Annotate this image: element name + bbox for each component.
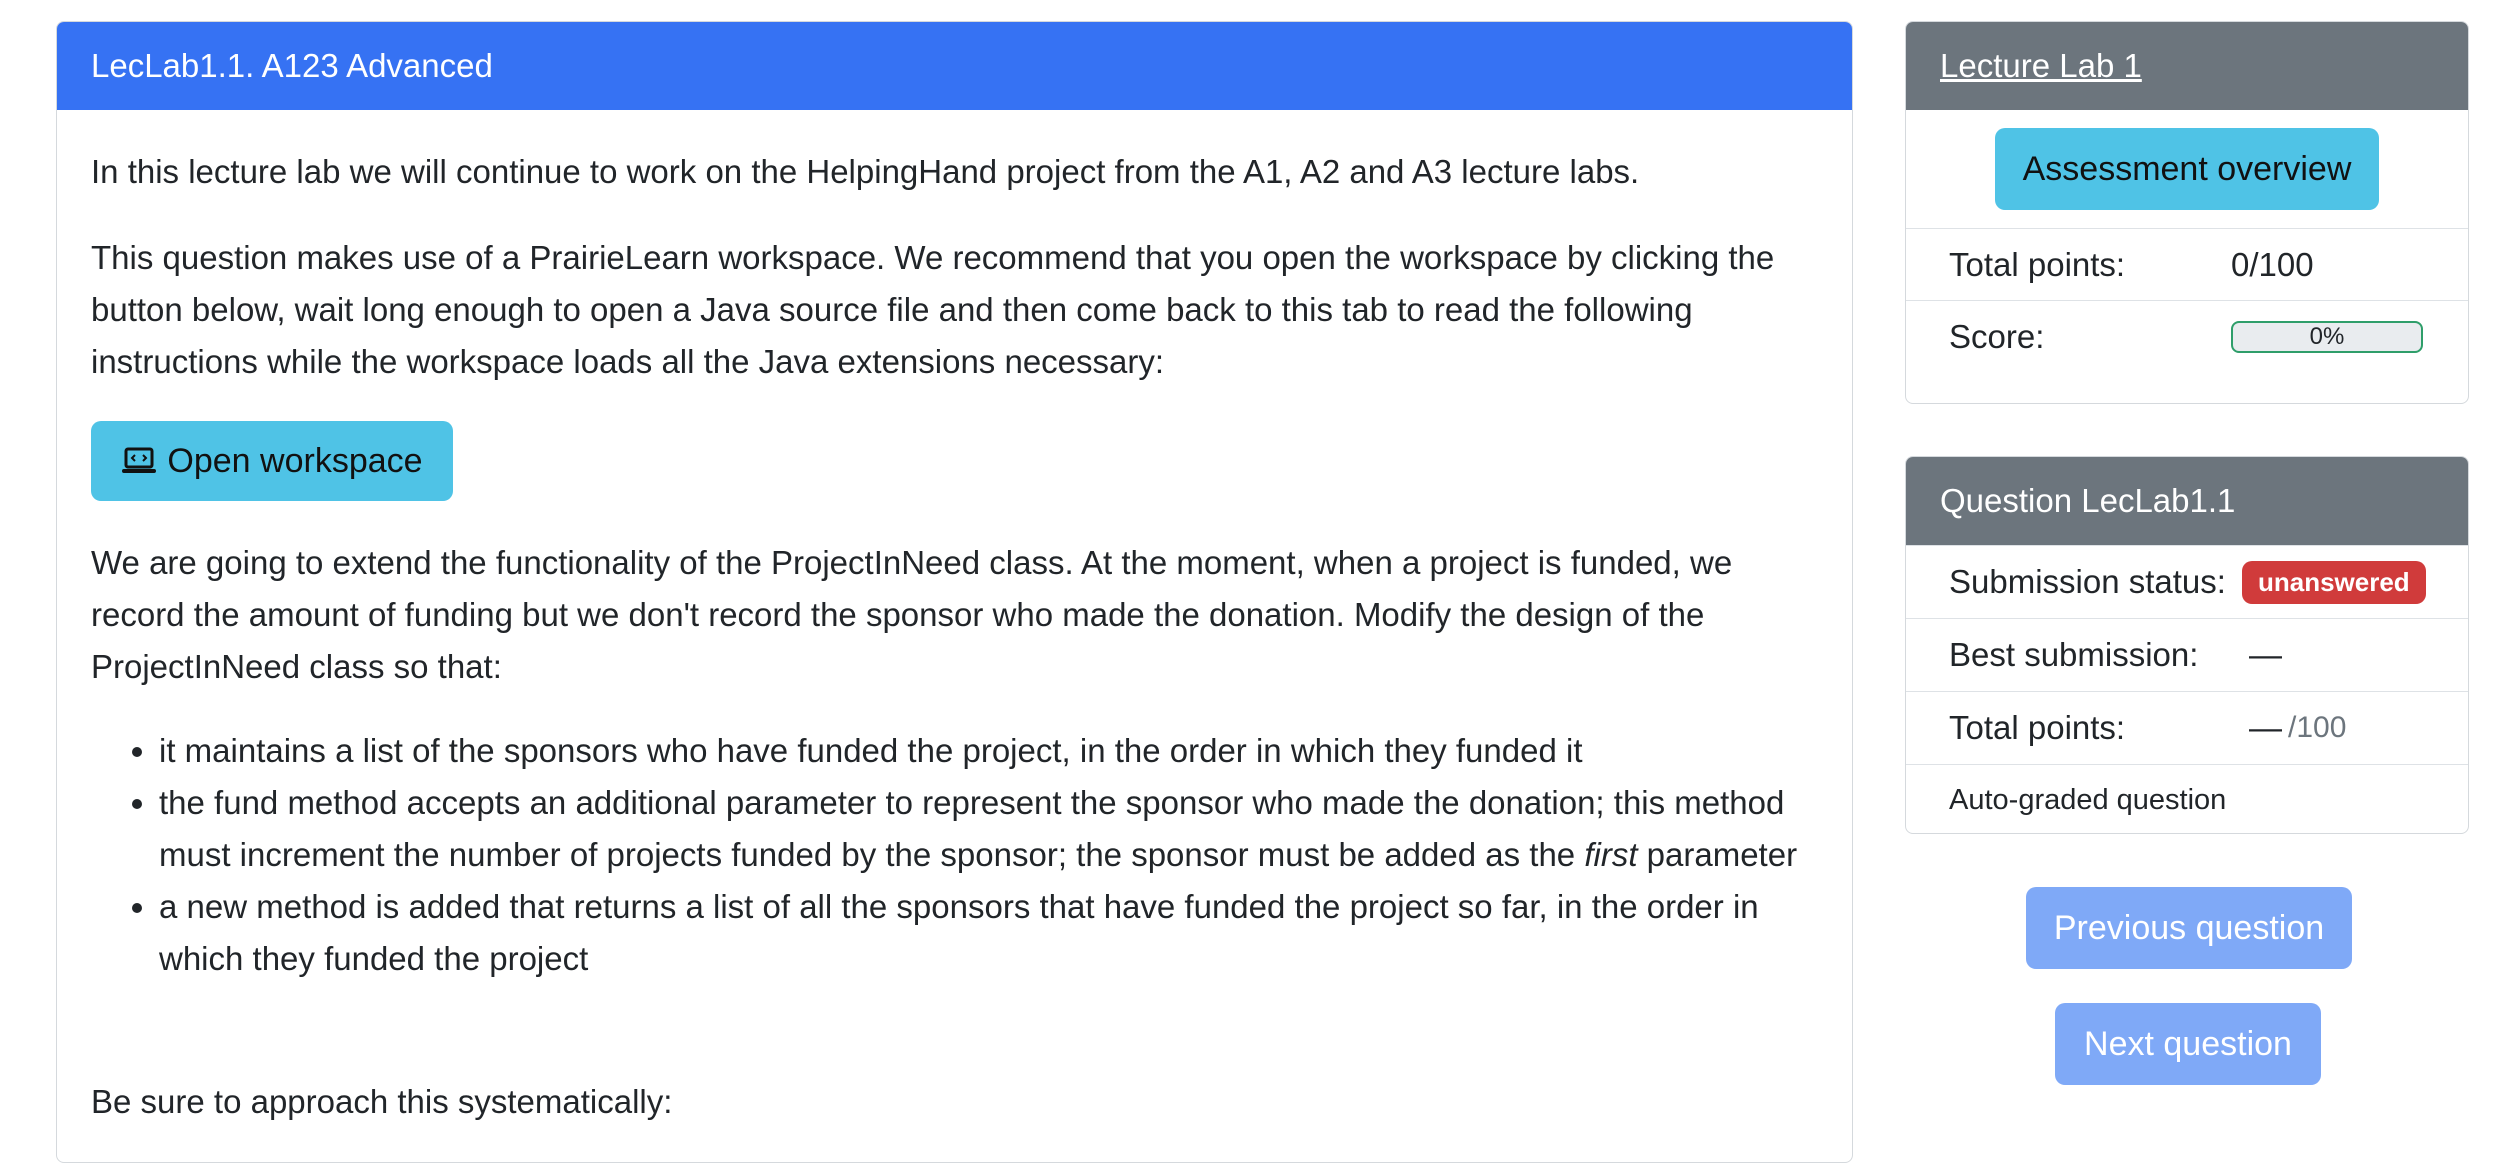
submission-status-row: Submission status: unanswered: [1906, 545, 2468, 618]
assessment-overview-button[interactable]: Assessment overview: [1995, 128, 2379, 210]
assessment-header: Lecture Lab 1: [1906, 22, 2468, 110]
emphasis-first: first: [1584, 836, 1638, 873]
open-workspace-button[interactable]: Open workspace: [91, 421, 453, 501]
next-question-button[interactable]: Next question: [2055, 1003, 2321, 1085]
total-points-label: Total points:: [1949, 245, 2126, 283]
question-title: LecLab1.1. A123 Advanced: [57, 22, 1852, 110]
best-submission-row: Best submission: —: [1906, 618, 2468, 691]
workspace-paragraph: This question makes use of a PrairieLear…: [91, 239, 1775, 380]
total-points-value: 0/100: [2231, 245, 2314, 283]
intro-paragraph: In this lecture lab we will continue to …: [91, 153, 1640, 190]
question-info-card: Question LecLab1.1 Submission status: un…: [1905, 456, 2469, 834]
autograded-row: Auto-graded question: [1906, 764, 2468, 833]
previous-question-button[interactable]: Previous question: [2026, 887, 2352, 969]
list-item: the fund method accepts an additional pa…: [159, 777, 1822, 881]
list-item: a new method is added that returns a lis…: [159, 881, 1822, 985]
question-points-row: Total points: — /100: [1906, 691, 2468, 764]
question-points-label: Total points:: [1949, 709, 2126, 746]
list-item: it maintains a list of the sponsors who …: [159, 725, 1822, 777]
best-submission-value: —: [2249, 636, 2282, 673]
autograded-label: Auto-graded question: [1949, 784, 2227, 816]
total-points-row: Total points: 0/100: [1906, 228, 2468, 300]
open-workspace-label: Open workspace: [167, 441, 423, 480]
assessment-title-link[interactable]: Lecture Lab 1: [1940, 47, 2142, 85]
question-card: LecLab1.1. A123 Advanced In this lecture…: [56, 21, 1853, 1163]
score-row: Score: 0%: [1906, 300, 2468, 372]
question-info-header: Question LecLab1.1: [1906, 457, 2468, 545]
score-value: 0%: [2309, 322, 2345, 350]
closing-paragraph: Be sure to approach this systematically:: [91, 1083, 673, 1120]
laptop-code-icon: [122, 447, 157, 473]
question-points-max: /100: [2288, 711, 2347, 744]
requirements-list: it maintains a list of the sponsors who …: [91, 725, 1822, 985]
score-label: Score:: [1949, 317, 2045, 355]
status-badge: unanswered: [2241, 560, 2426, 604]
submission-status-label: Submission status:: [1949, 563, 2226, 600]
extend-paragraph: We are going to extend the functionality…: [91, 544, 1733, 685]
score-progress-bar: 0%: [2231, 320, 2423, 353]
assessment-card: Lecture Lab 1 Assessment overview Total …: [1905, 21, 2469, 404]
question-points-value: —: [2249, 709, 2282, 746]
best-submission-label: Best submission:: [1949, 636, 2199, 673]
